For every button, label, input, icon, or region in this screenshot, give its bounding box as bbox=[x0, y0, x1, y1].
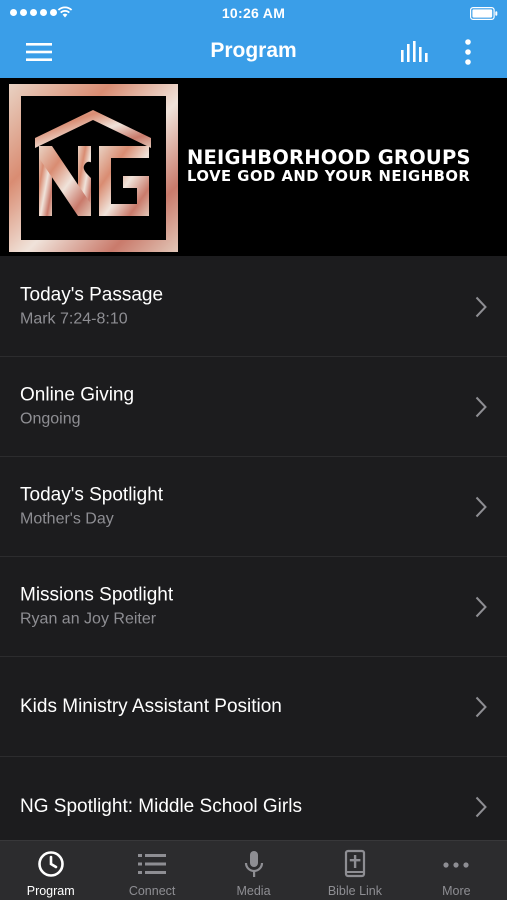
app-bar: Program bbox=[0, 26, 507, 78]
neighborhood-groups-logo: NG bbox=[9, 84, 178, 252]
item-subtitle: Ongoing bbox=[20, 410, 81, 427]
tab-label: Media bbox=[236, 884, 271, 898]
item-subtitle: Mother's Day bbox=[20, 510, 114, 527]
chevron-right-icon bbox=[475, 596, 487, 617]
chevron-right-icon bbox=[475, 696, 487, 717]
tab-connect[interactable]: Connect bbox=[101, 841, 202, 900]
item-subtitle: Ryan an Joy Reiter bbox=[20, 610, 157, 627]
tab-label: Bible Link bbox=[327, 884, 383, 898]
logo-letters: NG bbox=[9, 84, 11, 85]
chevron-right-icon bbox=[475, 296, 487, 317]
program-item-online-giving[interactable]: Online Giving Ongoing bbox=[0, 357, 507, 457]
tab-more[interactable]: More bbox=[406, 841, 507, 900]
clock-icon bbox=[37, 851, 64, 877]
chevron-right-icon bbox=[475, 496, 487, 517]
page-title: Program bbox=[210, 39, 297, 62]
program-item-missions-spotlight[interactable]: Missions Spotlight Ryan an Joy Reiter bbox=[0, 557, 507, 657]
item-title: Kids Ministry Assistant Position bbox=[20, 695, 282, 717]
tab-bible-link[interactable]: Bible Link bbox=[304, 841, 405, 900]
item-title: Online Giving bbox=[20, 384, 135, 405]
list-icon bbox=[138, 854, 167, 874]
tab-label: Program bbox=[26, 884, 75, 898]
item-title: Today's Spotlight bbox=[20, 484, 164, 505]
status-bar: 10:26 AM bbox=[0, 0, 507, 26]
chevron-right-icon bbox=[475, 396, 487, 417]
tab-bar: Program Connect Media Bible Link More bbox=[0, 840, 507, 900]
status-time: 10:26 AM bbox=[221, 5, 286, 21]
ellipsis-icon bbox=[443, 862, 469, 868]
tab-label: More bbox=[442, 884, 471, 898]
item-title: NG Spotlight: Middle School Girls bbox=[20, 795, 302, 817]
tab-label: Connect bbox=[128, 884, 176, 898]
banner-text: NEIGHBORHOOD GROUPS LOVE GOD AND YOUR NE… bbox=[187, 148, 471, 184]
program-item-todays-passage[interactable]: Today's Passage Mark 7:24-8:10 bbox=[0, 257, 507, 357]
microphone-icon bbox=[244, 851, 263, 877]
item-title: Today's Passage bbox=[20, 284, 164, 305]
audio-bars-icon[interactable] bbox=[398, 40, 430, 64]
tab-media[interactable]: Media bbox=[203, 841, 304, 900]
program-item-kids-ministry[interactable]: Kids Ministry Assistant Position bbox=[0, 657, 507, 757]
bible-icon bbox=[344, 849, 366, 878]
item-subtitle: Mark 7:24-8:10 bbox=[20, 310, 128, 327]
program-list: Today's Passage Mark 7:24-8:10 Online Gi… bbox=[0, 257, 507, 857]
chevron-right-icon bbox=[475, 796, 487, 817]
tab-program[interactable]: Program bbox=[0, 841, 101, 900]
banner-heading: NEIGHBORHOOD GROUPS bbox=[187, 146, 471, 169]
program-item-todays-spotlight[interactable]: Today's Spotlight Mother's Day bbox=[0, 457, 507, 557]
neighborhood-groups-banner[interactable]: NG NEIGHBORHOOD GROUPS LOVE GOD AND YOUR… bbox=[0, 78, 507, 256]
banner-tagline: LOVE GOD AND YOUR NEIGHBOR bbox=[187, 167, 471, 185]
battery-icon bbox=[470, 7, 498, 20]
more-vertical-icon[interactable] bbox=[459, 38, 477, 66]
item-title: Missions Spotlight bbox=[20, 584, 174, 605]
